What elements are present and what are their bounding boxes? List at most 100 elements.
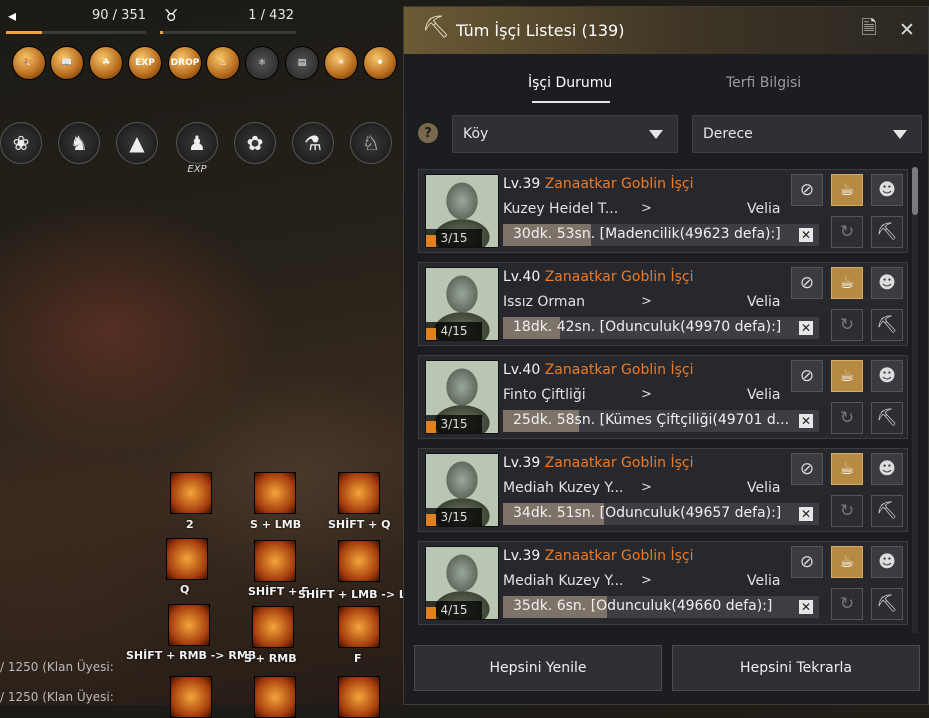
pickaxe-icon[interactable]: ⛏ xyxy=(871,309,903,341)
cancel-task-button[interactable]: ✕ xyxy=(799,228,813,242)
repeat-icon[interactable]: ↻ xyxy=(831,495,863,527)
pet-skill-row: ❀ ♞ ▲ ♟ EXP ✿ ⚗ ♘ xyxy=(0,122,400,175)
hide-icon[interactable]: ⊘ xyxy=(791,546,823,578)
close-icon[interactable]: ✕ xyxy=(896,19,918,41)
paw-icon[interactable]: ❀ xyxy=(0,122,42,164)
palette-icon[interactable]: 🎨 xyxy=(12,46,46,80)
tree-icon[interactable]: ☘ xyxy=(89,46,123,80)
task-progress: 34dk. 51sn. [Odunculuk(49657 defa):] xyxy=(503,503,819,525)
hide-icon[interactable]: ⊘ xyxy=(791,267,823,299)
task-minutes: 30dk. xyxy=(513,226,553,242)
quickslot-skill[interactable] xyxy=(338,472,380,514)
worker-level-name: Lv.39 Zanaatkar Goblin İşçi xyxy=(503,176,693,192)
fire-worker-icon[interactable]: ☻ xyxy=(871,546,903,578)
chat-line: / 1250 (Klan Üyesi: xyxy=(0,690,114,704)
chat-line: / 1250 (Klan Üyesi: xyxy=(0,660,114,674)
sun-icon[interactable]: ☀ xyxy=(324,46,358,80)
tab-promotion-info[interactable]: Terfi Bilgisi xyxy=(726,75,801,91)
worker-location: Mediah Kuzey Y... xyxy=(503,573,624,589)
quickslot-skill[interactable] xyxy=(168,604,210,646)
repeat-icon[interactable]: ↻ xyxy=(831,588,863,620)
cancel-task-button[interactable]: ✕ xyxy=(799,321,813,335)
quickslot-skill[interactable] xyxy=(170,472,212,514)
quickslot-key: 2 xyxy=(186,518,194,531)
worker-card[interactable]: 3/15 Lv.39 Zanaatkar Goblin İşçi Mediah … xyxy=(418,448,908,532)
pickaxe-icon[interactable]: ⛏ xyxy=(871,402,903,434)
quickslot-skill[interactable] xyxy=(254,540,296,582)
task-minutes: 34dk. xyxy=(513,505,553,521)
quickslot-skill[interactable] xyxy=(338,540,380,582)
fire-worker-icon[interactable]: ☻ xyxy=(871,360,903,392)
beer-icon[interactable]: ☕ xyxy=(831,174,863,206)
refresh-all-button[interactable]: Hepsini Yenile xyxy=(414,645,662,691)
window-title: Tüm İşçi Listesi (139) xyxy=(456,21,625,40)
fire-worker-icon[interactable]: ☻ xyxy=(871,453,903,485)
butterfly-icon[interactable]: ✿ xyxy=(234,122,276,164)
task-job: [Odunculuk(49660 defa):] xyxy=(586,598,773,614)
active-tab-indicator xyxy=(532,101,610,103)
worker-card[interactable]: 4/15 Lv.40 Zanaatkar Goblin İşçi Issız O… xyxy=(418,262,908,346)
quickslot-skill[interactable] xyxy=(170,676,212,718)
worker-card[interactable]: 3/15 Lv.40 Zanaatkar Goblin İşçi Finto Ç… xyxy=(418,355,908,439)
help-icon[interactable]: ? xyxy=(418,123,438,143)
book-icon[interactable]: 📖 xyxy=(50,46,84,80)
cancel-task-button[interactable]: ✕ xyxy=(799,600,813,614)
worker-town: Velia xyxy=(747,294,781,310)
fire-worker-icon[interactable]: ☻ xyxy=(871,267,903,299)
task-minutes: 25dk. xyxy=(513,412,553,428)
town-filter-dropdown[interactable]: Köy xyxy=(452,115,678,153)
mushroom-icon[interactable]: ⚫ xyxy=(363,46,397,80)
quickslot-skill[interactable] xyxy=(338,606,380,648)
horse-icon[interactable]: ♘ xyxy=(350,122,392,164)
beer-icon[interactable]: ☕ xyxy=(831,267,863,299)
cake-icon[interactable]: ♨ xyxy=(206,46,240,80)
pickaxe-icon[interactable]: ⛏ xyxy=(871,495,903,527)
worker-name: Zanaatkar Goblin İşçi xyxy=(544,362,694,378)
worker-list[interactable]: 3/15 Lv.39 Zanaatkar Goblin İşçi Kuzey H… xyxy=(414,165,910,633)
hide-icon[interactable]: ⊘ xyxy=(791,174,823,206)
repeat-icon[interactable]: ↻ xyxy=(831,309,863,341)
quickslot-skill[interactable] xyxy=(254,676,296,718)
grade-filter-dropdown[interactable]: Derece xyxy=(692,115,922,153)
worker-level-name: Lv.39 Zanaatkar Goblin İşçi xyxy=(503,548,693,564)
quickslot-skill[interactable] xyxy=(338,676,380,718)
quickslot-skill[interactable] xyxy=(252,606,294,648)
pickaxe-icon[interactable]: ⛏ xyxy=(871,216,903,248)
energy-bar xyxy=(6,31,146,34)
worker-level: Lv.39 xyxy=(503,455,541,471)
hide-icon[interactable]: ⊘ xyxy=(791,360,823,392)
fire-worker-icon[interactable]: ☻ xyxy=(871,174,903,206)
stamina-counter: 4/15 xyxy=(426,601,482,619)
repeat-icon[interactable]: ↻ xyxy=(831,216,863,248)
scrollbar-thumb[interactable] xyxy=(912,167,918,215)
worker-card[interactable]: 3/15 Lv.39 Zanaatkar Goblin İşçi Kuzey H… xyxy=(418,169,908,253)
molecule-icon[interactable]: ⚛ xyxy=(245,46,279,80)
tab-worker-status[interactable]: İşçi Durumu xyxy=(528,75,612,91)
cancel-task-button[interactable]: ✕ xyxy=(799,414,813,428)
beer-icon[interactable]: ☕ xyxy=(831,360,863,392)
beer-icon[interactable]: ☕ xyxy=(831,546,863,578)
task-text: 25dk. 58sn. [Kümes Çiftçiliği(49701 d... xyxy=(513,412,789,428)
worker-location: Mediah Kuzey Y... xyxy=(503,480,624,496)
cancel-task-button[interactable]: ✕ xyxy=(799,507,813,521)
drop-buff-icon[interactable]: DROP xyxy=(168,46,202,80)
scroll-icon[interactable]: ▤ xyxy=(285,46,319,80)
contribution-bar-fill xyxy=(160,31,163,34)
group-exp-icon[interactable]: ♟ EXP xyxy=(176,122,218,175)
pickaxe-icon[interactable]: ⛏ xyxy=(871,588,903,620)
horse-head-icon[interactable]: ♞ xyxy=(58,122,100,164)
beer-icon[interactable]: ☕ xyxy=(831,453,863,485)
potion-icon[interactable]: ⚗ xyxy=(292,122,334,164)
worker-card[interactable]: 4/15 Lv.39 Zanaatkar Goblin İşçi Mediah … xyxy=(418,541,908,625)
repeat-icon[interactable]: ↻ xyxy=(831,402,863,434)
stamina-counter: 3/15 xyxy=(426,229,482,247)
hide-icon[interactable]: ⊘ xyxy=(791,453,823,485)
tent-icon[interactable]: ▲ xyxy=(116,122,158,164)
repeat-all-button[interactable]: Hepsini Tekrarla xyxy=(672,645,920,691)
town-filter-value: Köy xyxy=(463,126,489,142)
list-scrollbar[interactable] xyxy=(912,167,918,633)
quickslot-skill[interactable] xyxy=(254,472,296,514)
quickslot-skill[interactable] xyxy=(166,538,208,580)
exp-buff-icon[interactable]: EXP xyxy=(128,46,162,80)
document-icon[interactable]: 🗎 xyxy=(858,17,880,41)
